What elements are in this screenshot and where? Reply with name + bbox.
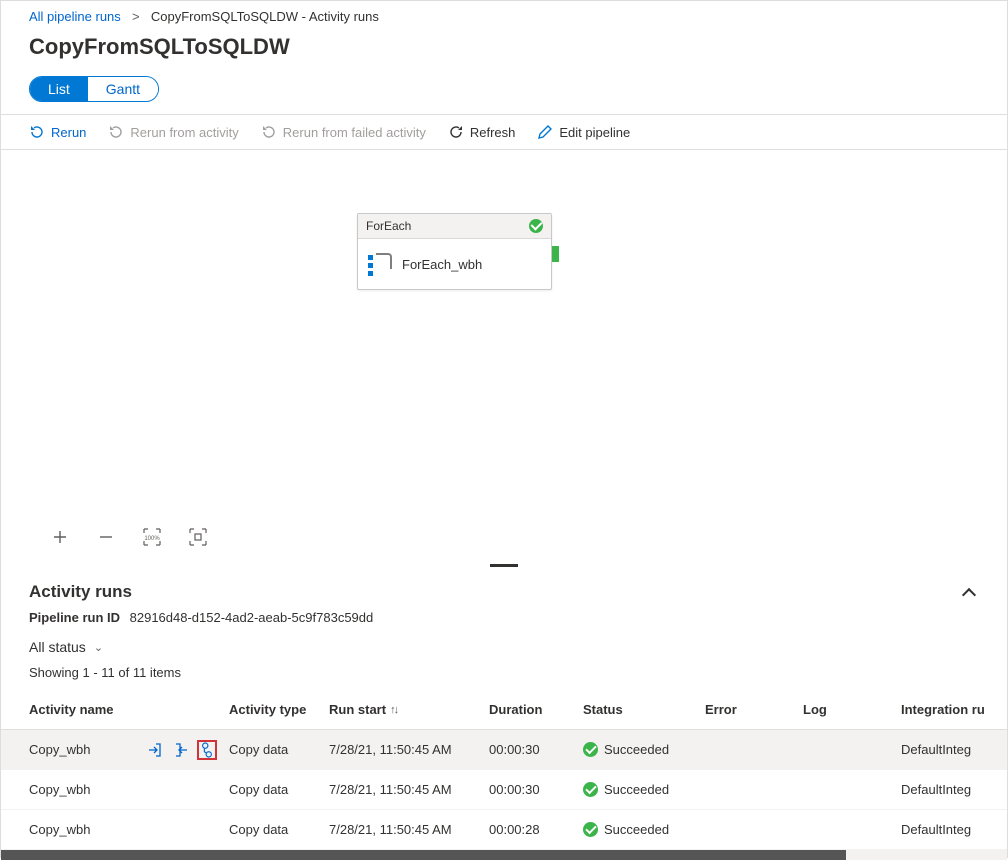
breadcrumb: All pipeline runs > CopyFromSQLToSQLDW -… [1, 1, 1007, 28]
view-gantt[interactable]: Gantt [88, 77, 158, 101]
col-run-start[interactable]: Run start ↑↓ [329, 702, 489, 717]
input-icon[interactable] [145, 740, 165, 760]
fit-icon[interactable] [189, 528, 207, 546]
col-activity-type[interactable]: Activity type [229, 702, 329, 717]
rerun-label: Rerun [51, 125, 86, 140]
table-row[interactable]: Copy_wbh Copy data 7/28/21, 11:50:45 AM … [1, 730, 1007, 770]
rerun-from-failed-button: Rerun from failed activity [261, 124, 426, 140]
breadcrumb-separator: > [128, 9, 143, 24]
foreach-icon [368, 253, 390, 275]
cell-run-start: 7/28/21, 11:50:45 AM [329, 822, 489, 837]
activity-runs-title: Activity runs [29, 582, 132, 602]
edit-icon [537, 124, 553, 140]
canvas-tools: 100% [51, 528, 207, 546]
rerun-from-activity-icon [108, 124, 124, 140]
output-icon[interactable] [171, 740, 191, 760]
activity-runs-header: Activity runs [1, 568, 1007, 608]
svg-text:100%: 100% [144, 536, 160, 542]
rerun-button[interactable]: Rerun [29, 124, 86, 140]
activity-grid: Activity name Activity type Run start ↑↓… [1, 690, 1007, 860]
rerun-from-activity-button: Rerun from activity [108, 124, 238, 140]
horizontal-scrollbar[interactable] [1, 850, 1007, 860]
page-title: CopyFromSQLToSQLDW [1, 28, 1007, 70]
edit-pipeline-button[interactable]: Edit pipeline [537, 124, 630, 140]
zoom-reset-icon[interactable]: 100% [143, 528, 161, 546]
node-body: ForEach_wbh [358, 239, 551, 289]
pipeline-run-id: Pipeline run ID 82916d48-d152-4ad2-aeab-… [1, 608, 1007, 639]
node-name: ForEach_wbh [402, 257, 482, 272]
cell-status: Succeeded [583, 782, 705, 797]
col-log[interactable]: Log [803, 702, 901, 717]
cell-status: Succeeded [583, 822, 705, 837]
cell-activity-type: Copy data [229, 742, 329, 757]
cell-duration: 00:00:30 [489, 782, 583, 797]
breadcrumb-root-link[interactable]: All pipeline runs [29, 9, 121, 24]
cell-integration: DefaultInteg [901, 782, 1008, 797]
foreach-node[interactable]: ForEach ForEach_wbh [357, 213, 552, 290]
node-header: ForEach [358, 214, 551, 239]
col-duration[interactable]: Duration [489, 702, 583, 717]
success-check-icon [529, 219, 543, 233]
cell-status: Succeeded [583, 742, 705, 757]
cell-activity-type: Copy data [229, 782, 329, 797]
pipeline-canvas[interactable]: ForEach ForEach_wbh 100% [1, 150, 1007, 564]
cell-run-start: 7/28/21, 11:50:45 AM [329, 782, 489, 797]
col-status[interactable]: Status [583, 702, 705, 717]
breadcrumb-current: CopyFromSQLToSQLDW - Activity runs [151, 9, 379, 24]
cell-integration: DefaultInteg [901, 822, 1008, 837]
col-error[interactable]: Error [705, 702, 803, 717]
status-filter-label: All status [29, 639, 86, 655]
cell-activity-type: Copy data [229, 822, 329, 837]
run-id-value: 82916d48-d152-4ad2-aeab-5c9f783c59dd [130, 610, 374, 625]
rerun-from-activity-label: Rerun from activity [130, 125, 238, 140]
success-icon [583, 822, 598, 837]
node-type: ForEach [366, 219, 411, 233]
rerun-icon [29, 124, 45, 140]
zoom-out-icon[interactable] [97, 528, 115, 546]
cell-integration: DefaultInteg [901, 742, 1008, 757]
table-row[interactable]: Copy_wbh Copy data 7/28/21, 11:50:45 AM … [1, 770, 1007, 810]
success-icon [583, 782, 598, 797]
details-icon[interactable] [197, 740, 217, 760]
zoom-in-icon[interactable] [51, 528, 69, 546]
cell-activity-name: Copy_wbh [29, 742, 90, 757]
grid-header: Activity name Activity type Run start ↑↓… [1, 690, 1007, 730]
status-filter[interactable]: All status ⌄ [1, 639, 1007, 665]
sort-icon: ↑↓ [390, 704, 397, 716]
pane-resize-handle[interactable] [1, 564, 1007, 568]
col-integration[interactable]: Integration ru [901, 702, 1008, 717]
refresh-icon [448, 124, 464, 140]
cell-duration: 00:00:30 [489, 742, 583, 757]
toolbar: Rerun Rerun from activity Rerun from fai… [1, 114, 1007, 150]
view-list[interactable]: List [30, 77, 88, 101]
success-icon [583, 742, 598, 757]
chevron-down-icon: ⌄ [94, 641, 103, 654]
edit-pipeline-label: Edit pipeline [559, 125, 630, 140]
cell-run-start: 7/28/21, 11:50:45 AM [329, 742, 489, 757]
cell-activity-name: Copy_wbh [29, 782, 90, 797]
cell-duration: 00:00:28 [489, 822, 583, 837]
col-activity-name[interactable]: Activity name [29, 702, 229, 717]
cell-activity-name: Copy_wbh [29, 822, 90, 837]
view-toggle: List Gantt [29, 76, 159, 102]
rerun-from-failed-icon [261, 124, 277, 140]
refresh-label: Refresh [470, 125, 516, 140]
rerun-from-failed-label: Rerun from failed activity [283, 125, 426, 140]
refresh-button[interactable]: Refresh [448, 124, 516, 140]
collapse-icon[interactable] [961, 583, 979, 601]
result-count: Showing 1 - 11 of 11 items [1, 665, 1007, 690]
table-row[interactable]: Copy_wbh Copy data 7/28/21, 11:50:45 AM … [1, 810, 1007, 850]
run-id-label: Pipeline run ID [29, 610, 120, 625]
